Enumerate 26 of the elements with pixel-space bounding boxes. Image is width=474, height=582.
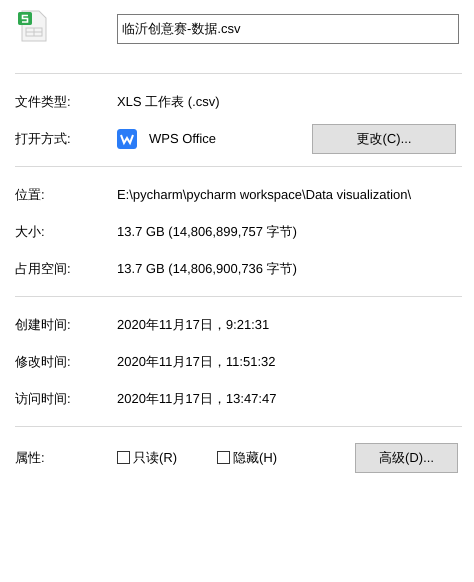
property-value: 2020年11月17日，13:47:47	[117, 390, 276, 408]
app-name: WPS Office	[149, 131, 216, 146]
attribute-checkbox[interactable]: 隐藏(H)	[217, 448, 278, 466]
spreadsheet-file-icon	[17, 8, 49, 42]
advanced-button[interactable]: 高级(D)...	[355, 442, 458, 472]
property-value: 13.7 GB (14,806,899,757 字节)	[117, 222, 297, 240]
property-label: 位置:	[15, 186, 46, 204]
property-value: 13.7 GB (14,806,900,736 字节)	[117, 260, 297, 278]
file-name-field[interactable]: 临沂创意赛-数据.csv	[117, 14, 459, 44]
property-label: 打开方式:	[15, 130, 72, 148]
change-button[interactable]: 更改(C)...	[312, 124, 456, 154]
checkbox-box[interactable]	[217, 451, 230, 464]
property-label: 访问时间:	[15, 390, 72, 408]
attribute-checkbox[interactable]: 只读(R)	[117, 448, 178, 466]
property-label: 文件类型:	[15, 92, 72, 110]
property-label: 修改时间:	[15, 352, 72, 370]
property-value: XLS 工作表 (.csv)	[117, 92, 220, 110]
property-value: 2020年11月17日，9:21:31	[117, 316, 270, 334]
checkbox-box[interactable]	[117, 451, 130, 464]
property-label: 占用空间:	[15, 260, 72, 278]
property-value: 2020年11月17日，11:51:32	[117, 352, 276, 370]
property-label: 创建时间:	[15, 316, 72, 334]
property-label: 大小:	[15, 222, 46, 240]
property-label: 属性:	[15, 448, 46, 466]
app-icon	[117, 128, 137, 148]
property-value: E:\pycharm\pycharm workspace\Data visualization\	[117, 187, 412, 202]
